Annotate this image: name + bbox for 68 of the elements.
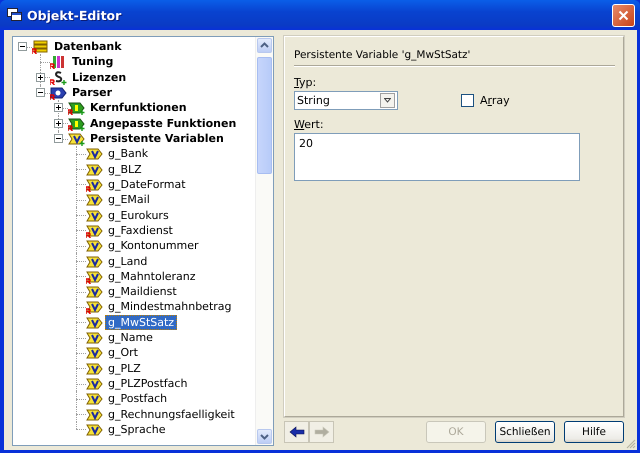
field-label: Typ:: [294, 76, 318, 89]
dialog-button[interactable]: Hilfe: [564, 421, 624, 443]
variable-icon: [86, 146, 103, 162]
field-label: Wert:: [294, 118, 325, 131]
tree-item[interactable]: g_Name: [105, 330, 156, 346]
tree-item[interactable]: g_MwStSatz: [105, 314, 178, 330]
tree-item[interactable]: g_Mindestmahnbetrag: [105, 299, 235, 314]
expand-button[interactable]: [54, 118, 63, 128]
tree-item[interactable]: g_Kontonummer: [105, 238, 202, 254]
tree-item[interactable]: Angepasste Funktionen: [87, 116, 240, 131]
variable-icon: [86, 192, 103, 208]
tree-item[interactable]: g_PLZ: [105, 360, 144, 376]
close-icon: [618, 10, 629, 20]
tree-item[interactable]: Kernfunktionen: [87, 100, 190, 116]
tree-item[interactable]: g_Postfach: [105, 391, 170, 406]
tree-item[interactable]: g_Rechnungsfaelligkeit: [105, 406, 238, 422]
tree-item[interactable]: g_EMail: [105, 192, 153, 208]
variable-icon: [86, 314, 103, 330]
tree-item[interactable]: g_Maildienst: [105, 284, 180, 300]
variable-icon: [86, 330, 103, 346]
checkbox[interactable]: [461, 94, 474, 107]
scrollbar[interactable]: [255, 37, 273, 445]
type-dropdown[interactable]: String: [294, 91, 398, 110]
expand-button[interactable]: [54, 103, 63, 112]
variable-icon: [86, 376, 103, 392]
collapse-button[interactable]: [36, 88, 45, 97]
variable-icon: [86, 208, 103, 223]
arrow-left-icon: [288, 425, 306, 439]
tree-item[interactable]: g_Eurokurs: [105, 208, 172, 223]
variable-icon: [86, 284, 103, 300]
tree-item[interactable]: Lizenzen: [69, 70, 130, 85]
tree-item[interactable]: Tuning: [69, 54, 116, 70]
collapse-button[interactable]: [54, 134, 63, 143]
variable-icon: [86, 360, 103, 376]
window-icon: [7, 8, 22, 22]
tree-item[interactable]: g_PLZPostfach: [105, 376, 190, 392]
variable-icon: [86, 238, 103, 254]
tree-item[interactable]: g_Bank: [105, 146, 152, 162]
close-button[interactable]: [612, 4, 635, 26]
tree-item[interactable]: g_BLZ: [105, 162, 145, 177]
variable-icon: [86, 254, 103, 269]
scroll-up-button[interactable]: [257, 38, 272, 53]
back-button[interactable]: [284, 421, 309, 443]
window-title: Objekt-Editor: [27, 8, 122, 22]
tree-item[interactable]: g_Land: [105, 254, 150, 269]
collapse-button[interactable]: [18, 42, 27, 51]
section-heading: Persistente Variable 'g_MwStSatz': [294, 49, 615, 66]
arrow-right-icon: [312, 425, 330, 439]
tree-item[interactable]: g_DateFormat: [105, 176, 189, 192]
tree-item[interactable]: Datenbank: [51, 39, 125, 54]
tree-item[interactable]: Persistente Variablen: [87, 131, 227, 146]
variable-icon: [86, 406, 103, 422]
expand-button[interactable]: [36, 72, 45, 82]
scroll-down-button[interactable]: [257, 429, 272, 444]
checkbox-label: Array: [480, 94, 510, 107]
variable-icon: [86, 162, 103, 177]
variable-icon: [86, 345, 103, 360]
tree-item[interactable]: Parser: [69, 85, 116, 100]
dialog-button[interactable]: Schließen: [495, 421, 555, 443]
tree-item[interactable]: g_Mahntoleranz: [105, 268, 199, 284]
tree-item[interactable]: g_Faxdienst: [105, 222, 176, 238]
scroll-thumb[interactable]: [257, 57, 272, 174]
tree-item[interactable]: g_Ort: [105, 345, 141, 360]
variable-icon: [86, 422, 103, 437]
resize-grip-icon[interactable]: [625, 438, 636, 449]
value-field[interactable]: 20: [294, 133, 580, 181]
tree-item[interactable]: g_Sprache: [105, 422, 168, 437]
variable-icon: [86, 391, 103, 406]
